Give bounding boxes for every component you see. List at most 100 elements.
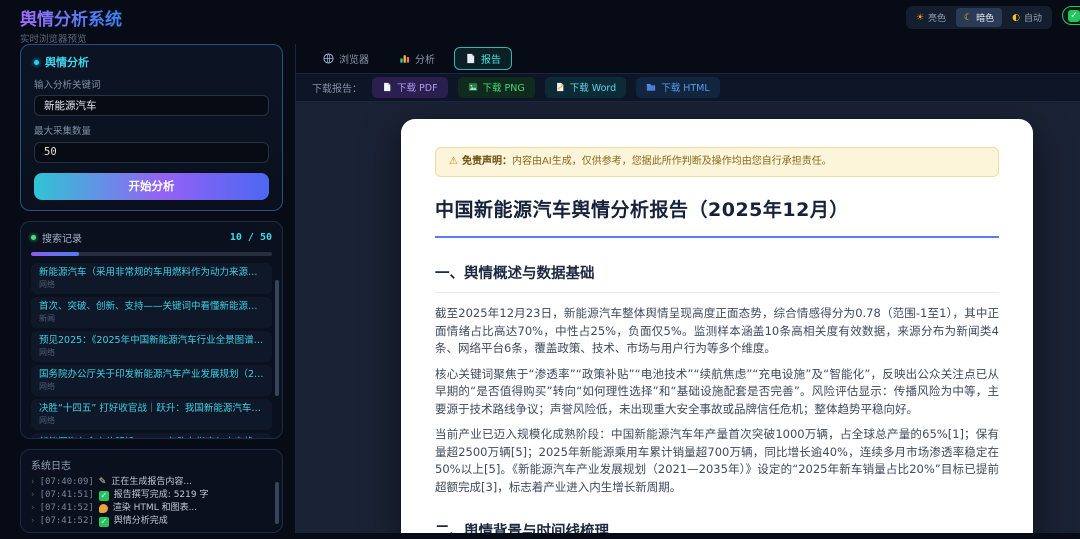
log-text: 正在生成报告内容... (111, 477, 192, 487)
search-record-title: 新能源汽车全方位解析：2025年购车指南与未来趋势大揭秘 (39, 436, 264, 439)
moon-icon: ☾ (964, 12, 973, 23)
sidebar: 舆情分析 输入分析关键词 最大采集数量 开始分析 搜索记录 10 / 50 新能 (20, 44, 283, 533)
search-record-item[interactable]: 首次、突破、创新、支持——关键词中看懂新能源汽车产业 ... 新闻 (31, 296, 272, 328)
globe-icon (323, 53, 334, 64)
check-icon: ✓ (98, 516, 109, 527)
search-record-item[interactable]: 决胜“十四五” 打好收官战｜跃升：我国新能源汽车产业加速增 ... 网络 (31, 398, 272, 430)
theme-light-label: 亮色 (928, 14, 947, 24)
main-area: 浏览器 分析 报告 下载报告： 下载 PDF 下载 PNG 下载 Word 下载… (295, 44, 1080, 533)
bar-chart-icon (400, 55, 410, 63)
report-paragraph: 截至2025年12月23日，新能源汽车整体舆情呈现高度正面态势，综合情感得分为0… (435, 306, 999, 355)
warning-icon: ⚠ (449, 156, 458, 167)
tab-analysis-label: 分析 (415, 55, 435, 66)
status-check-icon: ✓ (1068, 9, 1080, 22)
caret-icon: › (31, 503, 35, 513)
search-records-title-text: 搜索记录 (42, 233, 82, 245)
search-record-title: 决胜“十四五” 打好收官战｜跃升：我国新能源汽车产业加速增 ... (39, 402, 264, 414)
report-section2-heading: 二、舆情背景与时间线梳理 (435, 520, 999, 533)
status-pill[interactable]: ✓ (1062, 6, 1080, 25)
keyword-input[interactable] (34, 95, 269, 116)
download-png-button[interactable]: 下载 PNG (457, 77, 535, 98)
log-time: [07:40:09] (39, 477, 94, 487)
analysis-panel-title-text: 舆情分析 (45, 56, 89, 69)
keyword-label: 输入分析关键词 (34, 80, 101, 91)
disclaimer-banner: ⚠ 免责声明：内容由AI生成，仅供参考，您据此所作判断及操作均由您自行承担责任。 (435, 147, 999, 177)
report-paragraph: 当前产业已迈入规模化成熟阶段：中国新能源汽车年产量首次突破1000万辆，占全球总… (435, 427, 999, 494)
memo-icon: ✎ (98, 477, 107, 487)
document-icon (467, 53, 475, 64)
disclaimer-text: 内容由AI生成，仅供参考，您据此所作判断及操作均由您自行承担责任。 (511, 156, 832, 167)
check-icon: ✓ (98, 490, 109, 501)
download-html-button[interactable]: 下载 HTML (636, 77, 720, 98)
search-record-title: 预见2025：《2025年中国新能源汽车行业全景图谱》（附 ... (39, 334, 264, 346)
max-count-input[interactable] (34, 141, 269, 163)
theme-auto-label: 自动 (1023, 14, 1042, 24)
sun-icon: ☀ (915, 12, 925, 23)
app-header: 舆情分析系统 实时浏览器预览 ☀ 亮色 ☾ 暗色 ◐ 自动 ✓ (0, 0, 1080, 45)
theme-light-button[interactable]: ☀ 亮色 (908, 8, 954, 27)
tab-bar: 浏览器 分析 报告 (296, 44, 1080, 73)
search-record-item[interactable]: 新能源汽车（采用非常规的车用燃料作为动力来源的汽车 ... 网络 (31, 262, 272, 294)
log-text: 报告撰写完成: 5219 字 (113, 490, 209, 500)
log-time: [07:41:52] (39, 503, 94, 513)
report-card: ⚠ 免责声明：内容由AI生成，仅供参考，您据此所作判断及操作均由您自行承担责任。 … (401, 119, 1033, 533)
download-png-label: 下载 PNG (482, 83, 525, 94)
report-viewport[interactable]: ⚠ 免责声明：内容由AI生成，仅供参考，您据此所作判断及操作均由您自行承担责任。 … (296, 102, 1080, 533)
log-entry: › [07:41:51] ✓ 报告撰写完成: 5219 字 (31, 489, 272, 502)
tab-browser[interactable]: 浏览器 (312, 47, 380, 70)
search-record-tag: 网络 (39, 415, 55, 425)
download-bar-label: 下载报告： (312, 84, 362, 95)
analysis-panel: 舆情分析 输入分析关键词 最大采集数量 开始分析 (20, 44, 283, 211)
cyan-dot-icon (34, 59, 39, 65)
search-records-panel: 搜索记录 10 / 50 新能源汽车（采用非常规的车用燃料作为动力来源的汽车 .… (20, 220, 283, 439)
html-file-icon (647, 84, 656, 91)
search-record-item[interactable]: 新能源汽车全方位解析：2025年购车指南与未来趋势大揭秘 网络 (31, 432, 272, 439)
search-records-counter: 10 / 50 (229, 231, 272, 243)
auto-theme-icon: ◐ (1012, 12, 1020, 23)
image-file-icon (468, 83, 477, 91)
search-record-tag: 网络 (39, 347, 55, 357)
log-time: [07:41:51] (39, 490, 94, 500)
search-record-item[interactable]: 国务院办公厅关于印发新能源汽车产业发展规划（2021 ... 网络 (31, 364, 272, 396)
theme-auto-button[interactable]: ◐ 自动 (1004, 8, 1050, 27)
log-text: 舆情分析完成 (113, 516, 168, 526)
download-pdf-label: 下载 PDF (397, 83, 438, 94)
log-entry: › [07:41:52] ✓ 舆情分析完成 (31, 515, 272, 528)
tab-browser-label: 浏览器 (339, 55, 369, 66)
search-records-title: 搜索记录 (31, 230, 82, 245)
search-record-tag: 网络 (39, 279, 55, 289)
theme-toggle-group: ☀ 亮色 ☾ 暗色 ◐ 自动 (905, 6, 1052, 29)
system-log-panel: 系统日志 › [07:40:09] ✎ 正在生成报告内容... › [07:41… (20, 449, 283, 533)
log-text: 渲染 HTML 和图表... (112, 503, 198, 513)
tab-report[interactable]: 报告 (454, 47, 512, 70)
download-word-label: 下载 Word (569, 83, 617, 94)
search-list-scrollbar[interactable] (275, 279, 279, 396)
search-record-title: 新能源汽车（采用非常规的车用燃料作为动力来源的汽车 ... (39, 266, 264, 278)
search-records-list: 新能源汽车（采用非常规的车用燃料作为动力来源的汽车 ... 网络 首次、突破、创… (31, 262, 272, 439)
log-entry: › [07:40:09] ✎ 正在生成报告内容... (31, 476, 272, 489)
caret-icon: › (31, 516, 35, 526)
analysis-panel-title: 舆情分析 (34, 54, 269, 70)
disclaimer-label: 免责声明： (461, 156, 512, 167)
log-scrollbar[interactable] (275, 482, 279, 524)
theme-dark-label: 暗色 (976, 14, 995, 24)
download-bar: 下载报告： 下载 PDF 下载 PNG 下载 Word 下载 HTML (296, 73, 1080, 102)
tab-analysis[interactable]: 分析 (388, 47, 446, 70)
search-record-item[interactable]: 预见2025：《2025年中国新能源汽车行业全景图谱》（附 ... 网络 (31, 330, 272, 362)
download-word-button[interactable]: 下载 Word (544, 77, 627, 98)
search-progress-fill (31, 251, 80, 256)
search-record-tag: 网络 (39, 381, 55, 391)
search-record-title: 国务院办公厅关于印发新能源汽车产业发展规划（2021 ... (39, 368, 264, 380)
tab-report-label: 报告 (481, 55, 501, 66)
system-log-title: 系统日志 (31, 461, 71, 472)
search-record-title: 首次、突破、创新、支持——关键词中看懂新能源汽车产业 ... (39, 300, 264, 312)
pdf-file-icon (384, 82, 391, 92)
log-entry: › [07:41:52] 渲染 HTML 和图表... (31, 502, 272, 515)
theme-dark-button[interactable]: ☾ 暗色 (956, 8, 1003, 27)
download-pdf-button[interactable]: 下载 PDF (372, 77, 448, 98)
report-section1-heading: 一、舆情概述与数据基础 (435, 262, 999, 293)
app-subtitle: 实时浏览器预览 (20, 34, 87, 45)
palette-icon (98, 504, 108, 513)
report-title: 中国新能源汽车舆情分析报告（2025年12月） (435, 195, 999, 238)
start-analysis-button[interactable]: 开始分析 (34, 172, 269, 200)
